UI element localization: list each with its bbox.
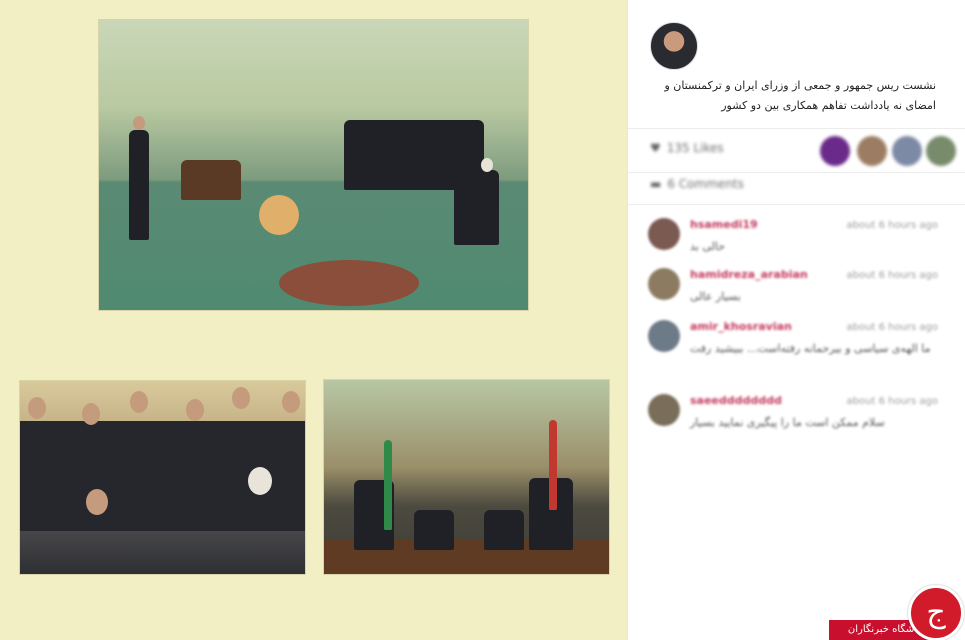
comments-count[interactable]: ▬ 6 Comments xyxy=(650,177,744,191)
comment-time: about 6 hours ago xyxy=(846,322,938,333)
comment-text: بسیار عالی xyxy=(690,290,741,303)
commenter-avatar[interactable] xyxy=(648,394,680,426)
comment-username[interactable]: hamidreza_arabian xyxy=(690,268,808,281)
comment-username[interactable]: amir_khosravian xyxy=(690,320,792,333)
divider xyxy=(628,128,965,129)
comment-time: about 6 hours ago xyxy=(846,270,938,281)
post-caption: نشست ریس جمهور و جمعی از وزرای ایران و ت… xyxy=(664,79,936,112)
media-panel xyxy=(0,0,627,640)
likes-count[interactable]: ♥ 135 Likes xyxy=(650,141,724,155)
comment-username[interactable]: hsamedi19 xyxy=(690,218,758,231)
commenter-avatar[interactable] xyxy=(648,218,680,250)
liker-avatar[interactable] xyxy=(820,136,850,166)
watermark-logo-glyph: ج xyxy=(926,595,946,630)
comments-label: 6 Comments xyxy=(667,177,744,191)
ministers-photo[interactable] xyxy=(19,380,306,575)
liker-avatar[interactable] xyxy=(926,136,956,166)
author-avatar[interactable] xyxy=(650,22,698,70)
comment-item: saeedddddddd about 6 hours ago سلام ممکن… xyxy=(648,394,948,434)
comment-username[interactable]: saeedddddddd xyxy=(690,394,782,407)
signing-photo[interactable] xyxy=(323,379,610,575)
ceremony-photo[interactable] xyxy=(98,19,529,311)
comment-text: حالی بد xyxy=(690,240,726,253)
comment-item: hamidreza_arabian about 6 hours ago بسیا… xyxy=(648,268,948,308)
divider xyxy=(628,172,965,173)
comment-icon: ▬ xyxy=(650,177,662,191)
likes-label: 135 Likes xyxy=(666,141,724,155)
liker-avatar[interactable] xyxy=(892,136,922,166)
watermark-logo: ج xyxy=(908,585,964,640)
commenter-avatar[interactable] xyxy=(648,320,680,352)
comment-time: about 6 hours ago xyxy=(846,396,938,407)
liker-avatar[interactable] xyxy=(857,136,887,166)
comment-text: سلام ممکن است ما را پیگیری نمایید بسیار xyxy=(690,416,885,429)
post-sidebar: نشست ریس جمهور و جمعی از وزرای ایران و ت… xyxy=(628,0,965,640)
comment-time: about 6 hours ago xyxy=(846,220,938,231)
divider xyxy=(628,204,965,205)
comment-text: ما الهه‌ی سیاسی و بیرحمانه رفته‌است... ب… xyxy=(690,342,931,355)
heart-icon: ♥ xyxy=(650,141,661,155)
comment-item: hsamedi19 about 6 hours ago حالی بد xyxy=(648,218,948,258)
comment-item: amir_khosravian about 6 hours ago ما اله… xyxy=(648,320,948,380)
commenter-avatar[interactable] xyxy=(648,268,680,300)
